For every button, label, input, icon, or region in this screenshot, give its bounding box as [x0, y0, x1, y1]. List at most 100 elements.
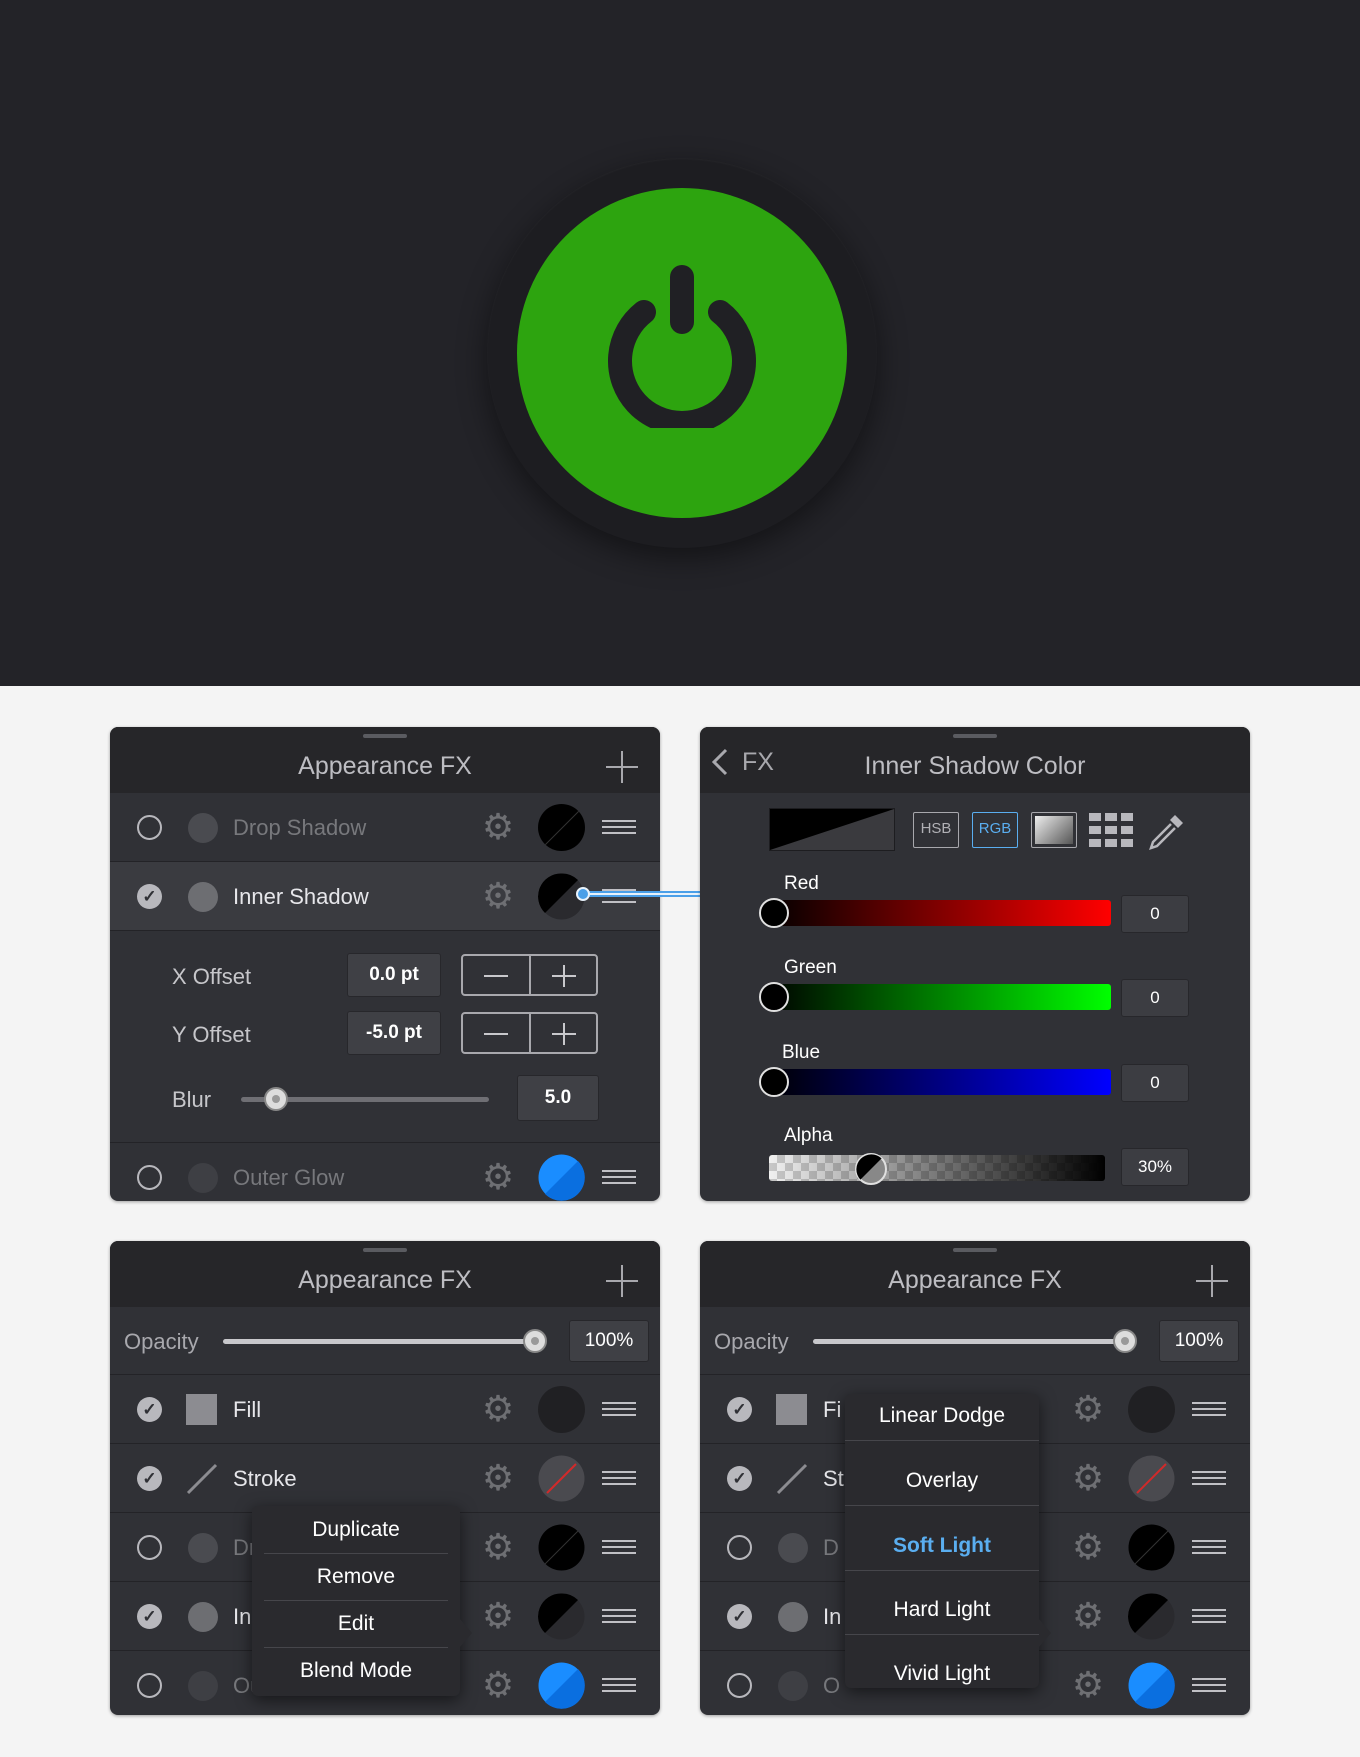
menu-item-blend-mode[interactable]: Blend Mode — [252, 1659, 460, 1683]
minus-icon[interactable] — [483, 965, 509, 987]
blur-field[interactable]: 5.0 — [517, 1075, 599, 1121]
toggle-radio[interactable] — [137, 1165, 162, 1190]
reorder-handle-icon[interactable] — [1192, 1540, 1226, 1556]
blend-option-vivid-light[interactable]: Vivid Light — [845, 1662, 1039, 1686]
gear-icon[interactable]: ⚙ — [481, 1667, 515, 1703]
gear-icon[interactable]: ⚙ — [481, 1391, 515, 1427]
toggle-check-icon[interactable]: ✓ — [137, 1397, 162, 1422]
reorder-handle-icon[interactable] — [602, 1609, 636, 1625]
reorder-handle-icon[interactable] — [602, 1170, 636, 1186]
x-offset-field[interactable]: 0.0 pt — [347, 953, 441, 997]
plus-icon[interactable] — [551, 1023, 577, 1045]
gear-icon[interactable]: ⚙ — [1071, 1598, 1105, 1634]
reorder-handle-icon[interactable] — [602, 1471, 636, 1487]
gear-icon[interactable]: ⚙ — [481, 878, 515, 914]
gear-icon[interactable]: ⚙ — [481, 1529, 515, 1565]
blend-option-hard-light[interactable]: Hard Light — [845, 1598, 1039, 1622]
blue-slider-knob[interactable] — [759, 1067, 789, 1097]
blend-option-soft-light[interactable]: Soft Light — [845, 1534, 1039, 1558]
color-swatch[interactable] — [1128, 1455, 1175, 1502]
opacity-slider-knob[interactable] — [1113, 1329, 1137, 1353]
green-slider-knob[interactable] — [759, 982, 789, 1012]
toggle-radio[interactable] — [137, 1535, 162, 1560]
color-swatch[interactable] — [1128, 1593, 1175, 1640]
reorder-handle-icon[interactable] — [1192, 1402, 1226, 1418]
color-swatch[interactable] — [538, 1524, 585, 1571]
toggle-check-icon[interactable]: ✓ — [727, 1466, 752, 1491]
opacity-slider-knob[interactable] — [523, 1329, 547, 1353]
reorder-handle-icon[interactable] — [602, 820, 636, 836]
gear-icon[interactable]: ⚙ — [481, 1159, 515, 1195]
opacity-field[interactable]: 100% — [569, 1320, 649, 1362]
alpha-slider-knob[interactable] — [854, 1152, 888, 1186]
menu-item-duplicate[interactable]: Duplicate — [252, 1518, 460, 1542]
panel-grabber[interactable] — [363, 1248, 407, 1252]
toggle-radio[interactable] — [137, 815, 162, 840]
panel-grabber[interactable] — [363, 734, 407, 738]
blend-option-overlay[interactable]: Overlay — [845, 1469, 1039, 1493]
eyedropper-icon[interactable] — [1147, 811, 1187, 851]
color-swatch[interactable] — [538, 1455, 585, 1502]
red-value-field[interactable]: 0 — [1121, 895, 1189, 933]
gear-icon[interactable]: ⚙ — [481, 809, 515, 845]
y-offset-field[interactable]: -5.0 pt — [347, 1011, 441, 1055]
menu-item-edit[interactable]: Edit — [252, 1612, 460, 1636]
red-slider-track[interactable] — [765, 900, 1111, 926]
swatch-grid-icon[interactable] — [1089, 813, 1133, 847]
plus-icon[interactable] — [551, 965, 577, 987]
toggle-check-icon[interactable]: ✓ — [137, 1604, 162, 1629]
add-effect-icon[interactable] — [606, 751, 638, 783]
gear-icon[interactable]: ⚙ — [481, 1598, 515, 1634]
toggle-check-icon[interactable]: ✓ — [727, 1397, 752, 1422]
opacity-field[interactable]: 100% — [1159, 1320, 1239, 1362]
minus-icon[interactable] — [483, 1023, 509, 1045]
panel-grabber[interactable] — [953, 1248, 997, 1252]
toggle-radio[interactable] — [727, 1673, 752, 1698]
color-swatch[interactable] — [538, 1662, 585, 1709]
color-swatch[interactable] — [538, 1386, 585, 1433]
color-swatch[interactable] — [538, 804, 585, 851]
menu-item-remove[interactable]: Remove — [252, 1565, 460, 1589]
color-swatch[interactable] — [538, 1154, 585, 1201]
fx-row-drop-shadow[interactable]: Drop Shadow ⚙ — [110, 793, 660, 862]
red-slider-knob[interactable] — [759, 898, 789, 928]
reorder-handle-icon[interactable] — [1192, 1471, 1226, 1487]
reorder-handle-icon[interactable] — [602, 1678, 636, 1694]
opacity-slider-track[interactable] — [813, 1339, 1131, 1344]
color-swatch[interactable] — [538, 1593, 585, 1640]
gear-icon[interactable]: ⚙ — [481, 1460, 515, 1496]
color-swatch[interactable] — [1128, 1386, 1175, 1433]
alpha-value-field[interactable]: 30% — [1121, 1148, 1189, 1186]
x-offset-stepper[interactable] — [461, 954, 598, 996]
rgb-mode-button[interactable]: RGB — [972, 812, 1018, 848]
toggle-check-icon[interactable]: ✓ — [137, 884, 162, 909]
gear-icon[interactable]: ⚙ — [1071, 1667, 1105, 1703]
fx-row-fill[interactable]: ✓ Fill ⚙ — [110, 1375, 660, 1444]
alpha-slider-track[interactable] — [769, 1155, 1105, 1181]
reorder-handle-icon[interactable] — [1192, 1678, 1226, 1694]
gear-icon[interactable]: ⚙ — [1071, 1529, 1105, 1565]
color-swatch[interactable] — [1128, 1662, 1175, 1709]
add-effect-icon[interactable] — [1196, 1265, 1228, 1297]
blue-value-field[interactable]: 0 — [1121, 1064, 1189, 1102]
add-effect-icon[interactable] — [606, 1265, 638, 1297]
toggle-radio[interactable] — [727, 1535, 752, 1560]
blue-slider-track[interactable] — [765, 1069, 1111, 1095]
opacity-slider-track[interactable] — [223, 1339, 541, 1344]
blur-slider-knob[interactable] — [264, 1087, 288, 1111]
hsb-mode-button[interactable]: HSB — [913, 812, 959, 848]
toggle-radio[interactable] — [137, 1673, 162, 1698]
gear-icon[interactable]: ⚙ — [1071, 1460, 1105, 1496]
reorder-handle-icon[interactable] — [602, 1540, 636, 1556]
green-slider-track[interactable] — [765, 984, 1111, 1010]
gear-icon[interactable]: ⚙ — [1071, 1391, 1105, 1427]
reorder-handle-icon[interactable] — [1192, 1609, 1226, 1625]
gradient-mode-button[interactable] — [1031, 812, 1077, 848]
toggle-check-icon[interactable]: ✓ — [727, 1604, 752, 1629]
fx-row-stroke[interactable]: ✓ Stroke ⚙ — [110, 1444, 660, 1513]
y-offset-stepper[interactable] — [461, 1012, 598, 1054]
fx-row-outer-glow[interactable]: Outer Glow ⚙ — [110, 1142, 660, 1201]
toggle-check-icon[interactable]: ✓ — [137, 1466, 162, 1491]
panel-grabber[interactable] — [953, 734, 997, 738]
reorder-handle-icon[interactable] — [602, 1402, 636, 1418]
